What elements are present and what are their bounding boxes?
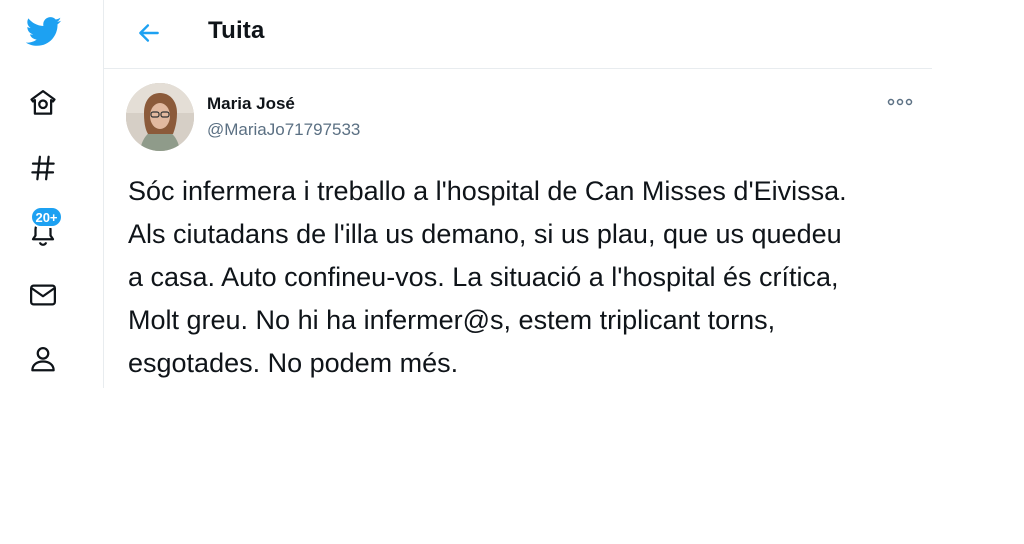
profile-icon[interactable]	[28, 344, 58, 374]
hashtag-icon[interactable]	[28, 153, 58, 183]
tweet-text-line: Sóc infermera i treballo a l'hospital de…	[128, 176, 847, 206]
tweet-text-line: esgotades. No podem més.	[128, 348, 459, 378]
tweet-text-line: Molt greu. No hi ha infermer@s, estem tr…	[128, 305, 776, 335]
page-header: Tuita	[104, 0, 932, 69]
notifications-badge: 20+	[30, 206, 63, 228]
avatar[interactable]	[126, 83, 194, 151]
home-icon[interactable]	[28, 88, 58, 118]
sidebar-nav: 20+	[0, 0, 104, 388]
tweet-text-line: a casa. Auto confineu-vos. La situació a…	[128, 262, 839, 292]
tweet-text: Sóc infermera i treballo a l'hospital de…	[128, 170, 978, 385]
author-handle[interactable]: @MariaJo71797533	[207, 120, 360, 140]
page-title: Tuita	[208, 17, 265, 44]
twitter-logo-icon[interactable]	[26, 16, 62, 48]
more-icon[interactable]	[884, 92, 916, 112]
envelope-icon[interactable]	[28, 280, 58, 310]
author-name[interactable]: Maria José	[207, 94, 295, 114]
tweet-text-line: Als ciutadans de l'illa us demano, si us…	[128, 219, 842, 249]
arrow-left-icon[interactable]	[134, 18, 164, 48]
